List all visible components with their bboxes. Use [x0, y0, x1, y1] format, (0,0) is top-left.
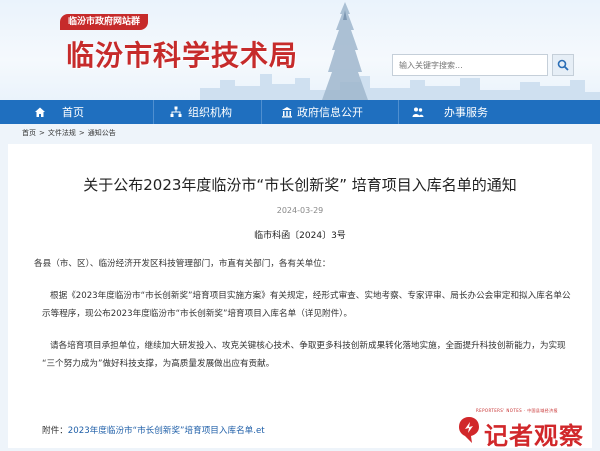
watermark-logo-icon	[459, 417, 479, 443]
watermark-tagline: REPORTERS' NOTES · 中国县域经济报	[476, 408, 558, 413]
search-icon	[557, 59, 569, 71]
nav-home[interactable]: 首页	[34, 100, 84, 124]
nav-divider	[261, 100, 262, 124]
attachment-label: 附件：	[42, 426, 68, 436]
org-chart-icon	[170, 106, 182, 118]
reporters-notes-watermark: REPORTERS' NOTES · 中国县域经济报 记者观察	[446, 408, 598, 450]
search-input[interactable]	[392, 54, 548, 76]
nav-services[interactable]: 办事服务	[412, 100, 488, 124]
paragraph-2-line-2: “三个努力成为”做好科技支撑，为高质量发展做出应有贡献。	[42, 359, 275, 369]
nav-home-label: 首页	[62, 106, 84, 119]
attachment-link[interactable]: 2023年度临汾市“市长创新奖”培育项目入库名单.et	[68, 426, 265, 436]
site-title[interactable]: 临汾市科学技术局	[66, 34, 298, 74]
home-icon	[34, 106, 46, 118]
site-group-badge[interactable]: 临汾市政府网站群	[60, 14, 149, 30]
tower-image	[322, 2, 368, 100]
paragraph-1-line-1: 根据《2023年度临汾市“市长创新奖”培育项目实施方案》有关规定，经形式审查、实…	[50, 291, 571, 301]
article-panel: 关于公布2023年度临汾市“市长创新奖” 培育项目入库名单的通知 2024-03…	[8, 144, 592, 448]
nav-divider	[398, 100, 399, 124]
main-nav: 首页 组织机构 政府信息公开 办事服务	[0, 100, 600, 124]
paragraph-2-line-1: 请各培育项目承担单位，继续加大研发投入、攻克关键核心技术、争取更多科技创新成果转…	[50, 341, 566, 351]
attachment-row: 附件：2023年度临汾市“市长创新奖”培育项目入库名单.et	[42, 424, 265, 436]
nav-services-label: 办事服务	[444, 106, 488, 119]
nav-divider	[153, 100, 154, 124]
nav-gov-info[interactable]: 政府信息公开	[281, 100, 363, 124]
paragraph-1-line-2: 示等程序，现公布2023年度临汾市“市长创新奖”培育项目入库名单（详见附件）。	[42, 309, 353, 319]
breadcrumb-separator: >	[39, 129, 45, 137]
nav-gov-info-label: 政府信息公开	[297, 106, 363, 119]
people-icon	[412, 106, 424, 118]
breadcrumb-regulations[interactable]: 文件法规	[48, 128, 76, 138]
article-date: 2024-03-29	[276, 206, 324, 215]
breadcrumb-home[interactable]: 首页	[22, 128, 36, 138]
breadcrumb: 首页 > 文件法规 > 通知公告	[22, 128, 116, 138]
article-title: 关于公布2023年度临汾市“市长创新奖” 培育项目入库名单的通知	[83, 176, 517, 194]
breadcrumb-notices[interactable]: 通知公告	[88, 128, 116, 138]
building-icon	[281, 106, 293, 118]
nav-organization[interactable]: 组织机构	[170, 100, 232, 124]
nav-organization-label: 组织机构	[188, 106, 232, 119]
watermark-logo-text: 记者观察	[484, 422, 584, 450]
search-button[interactable]	[552, 54, 574, 76]
article-salutation: 各县（市、区）、临汾经济开发区科技管理部门，市直有关部门，各有关单位：	[34, 259, 331, 269]
breadcrumb-separator: >	[78, 129, 85, 137]
document-number: 临市科函〔2024〕3号	[254, 231, 346, 241]
site-header: 临汾市政府网站群 临汾市科学技术局	[0, 0, 600, 100]
